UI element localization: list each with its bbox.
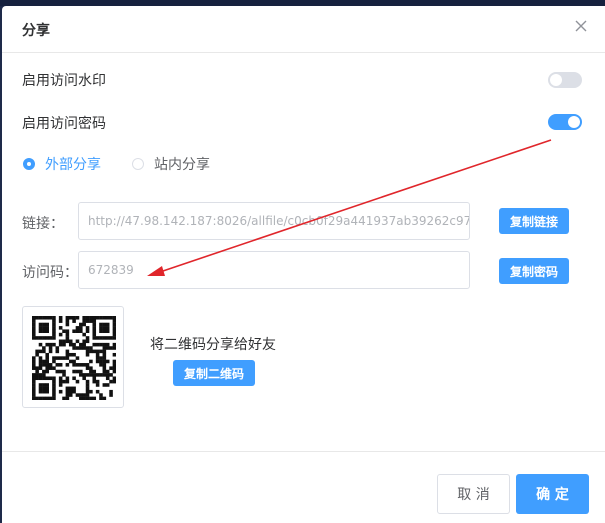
watermark-switch[interactable]	[548, 72, 582, 88]
link-label: 链接：	[22, 216, 64, 232]
share-dialog: 分享 启用访问水印 启用访问密码 外部分享 站内分享 链接： http://47…	[2, 6, 605, 523]
radio-internal-label: 站内分享	[154, 157, 210, 173]
qr-code-box	[22, 306, 124, 408]
switch-knob	[568, 116, 580, 128]
access-code-input[interactable]: 672839	[78, 251, 470, 289]
footer-divider	[2, 451, 605, 452]
copy-password-button[interactable]: 复制密码	[499, 258, 569, 284]
watermark-label: 启用访问水印	[22, 73, 106, 89]
radio-internal-share[interactable]: 站内分享	[132, 154, 210, 174]
radio-external-share[interactable]: 外部分享	[23, 154, 101, 174]
password-switch[interactable]	[548, 114, 582, 130]
close-icon[interactable]	[573, 18, 589, 34]
password-label: 启用访问密码	[22, 116, 106, 132]
radio-dot	[23, 158, 35, 170]
switch-knob	[550, 74, 562, 86]
qr-hint-text: 将二维码分享给好友	[150, 337, 276, 353]
dialog-title: 分享	[22, 23, 50, 39]
cancel-button[interactable]: 取 消	[437, 474, 510, 514]
copy-qr-button[interactable]: 复制二维码	[173, 360, 255, 386]
radio-dot	[132, 158, 144, 170]
copy-link-button[interactable]: 复制链接	[499, 208, 569, 234]
radio-external-label: 外部分享	[45, 157, 101, 173]
access-code-label: 访问码：	[22, 265, 78, 281]
link-input[interactable]: http://47.98.142.187:8026/allfile/c0cb0f…	[78, 202, 470, 240]
qr-code-icon	[32, 316, 116, 400]
dialog-header: 分享	[2, 6, 605, 53]
confirm-button[interactable]: 确 定	[516, 474, 589, 514]
